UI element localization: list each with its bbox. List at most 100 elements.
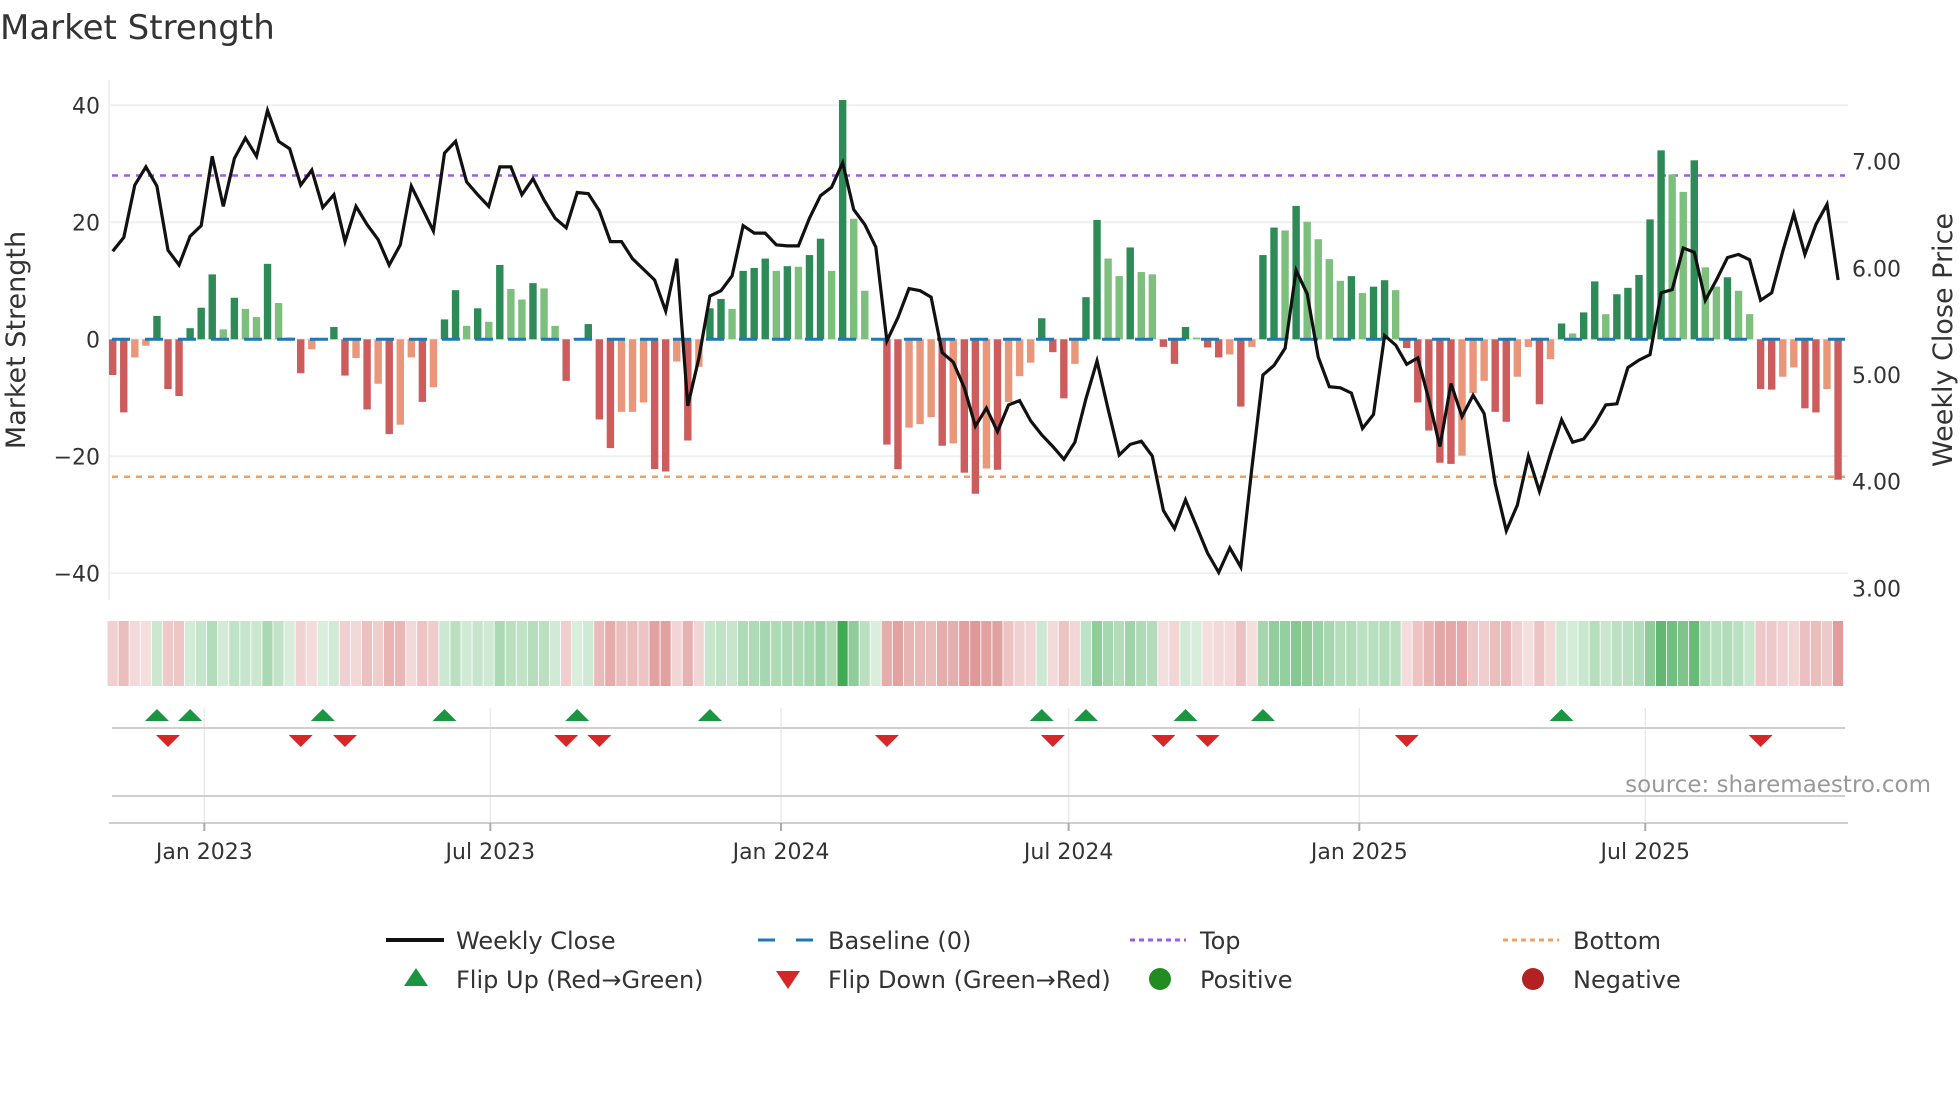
strength-bar	[1336, 280, 1345, 340]
heatmap-cell	[218, 621, 229, 686]
heatmap-cell	[1113, 621, 1125, 686]
heatmap-cell	[428, 621, 439, 686]
heatmap-cell	[1125, 621, 1136, 686]
strength-bar	[1259, 255, 1267, 340]
heatmap-cell	[207, 621, 218, 686]
legend-label: Positive	[1200, 966, 1293, 994]
strength-bar	[551, 325, 559, 340]
heatmap-cell	[1777, 621, 1788, 686]
strength-bar	[341, 339, 349, 376]
strength-bar	[297, 339, 305, 374]
heatmap-cell	[472, 621, 483, 686]
strength-bar	[628, 339, 637, 412]
heatmap-cell	[1501, 621, 1512, 686]
heatmap-cell	[704, 621, 715, 686]
strength-bar	[263, 263, 272, 340]
heatmap-cell	[583, 621, 594, 686]
strength-bar	[1823, 339, 1831, 390]
strength-bar	[352, 339, 360, 359]
strength-bar	[1613, 294, 1621, 340]
heatmap-cell	[1534, 621, 1545, 686]
strength-bar	[1646, 219, 1654, 340]
strength-bar	[805, 255, 814, 340]
strength-bar	[473, 308, 482, 340]
strength-bar	[728, 308, 736, 340]
strength-bar	[772, 270, 780, 340]
legend-item: Negative	[1522, 966, 1681, 994]
strength-bar	[1790, 339, 1798, 368]
heatmap-cell	[1346, 621, 1357, 686]
heatmap-cell	[384, 621, 395, 686]
strength-bar	[396, 339, 404, 425]
heatmap-cell	[1755, 621, 1766, 686]
heatmap-cell	[1290, 621, 1302, 686]
strength-bar	[761, 258, 769, 340]
heatmap-cell	[538, 621, 550, 686]
heatmap-cell	[804, 621, 815, 686]
flip-up-marker	[1029, 709, 1054, 721]
heatmap-cell	[1478, 621, 1490, 686]
flip-markers	[112, 708, 1845, 822]
strength-bar	[1734, 290, 1743, 340]
heatmap-cell	[1102, 621, 1114, 686]
strength-bar	[1834, 339, 1842, 480]
strength-bar	[1668, 174, 1676, 340]
heatmap-cell	[1335, 621, 1346, 686]
heatmap-cell	[560, 621, 572, 686]
strength-bar	[1126, 247, 1134, 340]
strength-bar	[1137, 272, 1145, 340]
heatmap-cell	[1412, 621, 1423, 686]
strength-bar	[861, 290, 869, 340]
source-credit: source: sharemaestro.com	[1625, 772, 1931, 798]
strength-bar	[1015, 339, 1024, 377]
heatmap-cell	[881, 621, 892, 686]
circle-icon	[1149, 968, 1171, 990]
heatmap-cell	[1058, 621, 1069, 686]
heatmap-cell	[1324, 621, 1335, 686]
strength-bar	[816, 238, 825, 340]
heatmap-cell	[1611, 621, 1622, 686]
flip-down-marker	[1040, 735, 1065, 747]
strength-heatmap-strip	[107, 621, 1844, 686]
flip-down-marker	[1394, 735, 1419, 747]
strength-bar	[418, 339, 427, 402]
strength-bar	[518, 299, 526, 340]
heatmap-cell	[1445, 621, 1456, 686]
heatmap-cell	[1622, 621, 1633, 686]
y-tick-label: 0	[86, 328, 100, 353]
legend-item: Flip Down (Green→Red)	[776, 966, 1111, 994]
y-tick-label: 40	[72, 94, 100, 119]
heatmap-cell	[1014, 621, 1025, 686]
heatmap-cell	[162, 621, 173, 686]
x-tick-label: Jan 2023	[154, 840, 253, 865]
strength-bar	[595, 339, 604, 420]
strength-bar	[1546, 339, 1555, 360]
heatmap-cell	[339, 621, 350, 686]
heatmap-cell	[671, 621, 682, 686]
flip-down-marker	[1151, 735, 1176, 747]
heatmap-cell	[981, 621, 992, 686]
strength-bar	[1380, 280, 1389, 340]
heatmap-cell	[1578, 621, 1589, 686]
strength-bar	[440, 319, 449, 340]
heatmap-cell	[1733, 621, 1744, 686]
heatmap-cell	[284, 621, 295, 686]
heatmap-cell	[1490, 621, 1501, 686]
y-tick-label: −40	[54, 562, 100, 587]
heatmap-cell	[1313, 621, 1324, 686]
heatmap-cell	[771, 621, 782, 686]
heatmap-cell	[527, 621, 538, 686]
flip-down-marker	[554, 735, 579, 747]
y2-tick-label: 5.00	[1852, 364, 1901, 389]
strength-bar	[1237, 339, 1245, 407]
y2-axis-title: Weekly Close Price	[1928, 213, 1959, 467]
heatmap-cell	[1832, 621, 1844, 686]
legend-label: Baseline (0)	[828, 927, 971, 955]
y2-tick-label: 7.00	[1852, 151, 1901, 176]
strength-bar	[363, 339, 371, 410]
heatmap-cell	[925, 621, 937, 686]
strength-bar	[827, 270, 836, 340]
flip-up-marker	[1073, 709, 1098, 721]
heatmap-cell	[229, 621, 240, 686]
heatmap-cell	[1766, 621, 1777, 686]
